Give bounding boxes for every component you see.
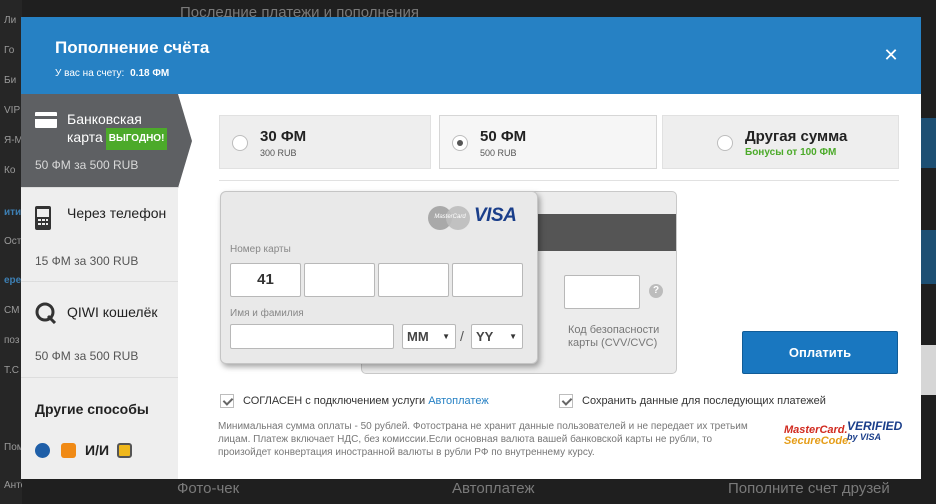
- tab-other-methods[interactable]: Другие способы И/И: [21, 378, 178, 479]
- tab-title: Банковская карта ВЫГОДНО!: [67, 110, 177, 150]
- bg-left-item: Го: [4, 45, 15, 56]
- bg-right-panel: [921, 230, 936, 284]
- bg-left-item: VIP: [4, 105, 21, 116]
- bg-left-item: Ко: [4, 165, 16, 176]
- im-icon: И/И: [85, 442, 110, 458]
- tab-qiwi[interactable]: QIWI кошелёк 50 ФМ за 500 RUB: [21, 282, 178, 378]
- tab-bank-card[interactable]: Банковская карта ВЫГОДНО! 50 ФМ за 500 RU…: [21, 94, 178, 188]
- bg-left-item: Я-М: [4, 135, 22, 146]
- amount-radio[interactable]: [452, 135, 468, 151]
- bg-left-item: ере: [4, 275, 22, 286]
- tab-title: Через телефон: [67, 205, 167, 221]
- card-number-label: Номер карты: [230, 244, 291, 255]
- bg-link-autopay: Автоплатеж: [452, 480, 535, 497]
- payment-method-tabs: Банковская карта ВЫГОДНО! 50 ФМ за 500 RU…: [21, 94, 178, 479]
- tab-sub: 50 ФМ за 500 RUB: [35, 349, 139, 363]
- bg-left-item: Би: [4, 75, 17, 86]
- background-sidebar: Ли Го Би VIP Я-М Ко ити Ост ере СМ поз Т…: [0, 0, 22, 504]
- tab-sub: 15 ФМ за 300 RUB: [35, 254, 139, 268]
- autopay-label: СОГЛАСЕН с подключением услуги Автоплате…: [243, 395, 489, 407]
- divider: [219, 180, 899, 181]
- bg-right-panel: [921, 345, 936, 395]
- webmoney-icon: [35, 443, 50, 458]
- bg-link-friends: Пополните счет друзей: [728, 480, 890, 497]
- pay-button[interactable]: Оплатить: [742, 331, 898, 374]
- profitable-badge: ВЫГОДНО!: [105, 128, 168, 150]
- card-number-part-2[interactable]: [304, 263, 375, 297]
- cardholder-name-input[interactable]: [230, 324, 394, 349]
- tab-sub: 50 ФМ за 500 RUB: [35, 158, 139, 172]
- chevron-down-icon: ▼: [442, 332, 450, 341]
- cardholder-name-label: Имя и фамилия: [230, 308, 304, 319]
- tab-title: Другие способы: [35, 401, 149, 417]
- yandex-money-icon: [61, 443, 76, 458]
- bg-left-item: Антон: [4, 480, 22, 491]
- wallet-icon: [117, 443, 132, 458]
- card-number-part-4[interactable]: [452, 263, 523, 297]
- expiry-year-select[interactable]: YY ▼: [471, 324, 523, 349]
- topup-modal: Пополнение счёта У вас на счету: 0.18 ФМ…: [21, 17, 921, 479]
- card-number-part-1[interactable]: 41: [230, 263, 301, 297]
- card-number-part-3[interactable]: [378, 263, 449, 297]
- tab-phone[interactable]: Через телефон 15 ФМ за 300 RUB: [21, 188, 178, 282]
- disclaimer: Минимальная сумма оплаты - 50 рублей. Фо…: [218, 421, 748, 458]
- amount-value: 30 ФМ: [260, 128, 307, 145]
- modal-header: Пополнение счёта У вас на счету: 0.18 ФМ…: [21, 17, 921, 94]
- help-icon[interactable]: ?: [649, 284, 663, 298]
- amount-option-50[interactable]: 50 ФМ 500 RUB: [439, 115, 657, 169]
- tab-title: QIWI кошелёк: [67, 304, 158, 320]
- amount-option-custom[interactable]: Другая сумма Бонусы от 100 ФМ: [662, 115, 899, 169]
- balance: У вас на счету: 0.18 ФМ: [55, 68, 169, 79]
- bg-left-item: поз: [4, 335, 20, 346]
- visa-logo: VISA: [474, 205, 517, 226]
- amount-bonus: Бонусы от 100 ФМ: [745, 147, 837, 158]
- expiry-separator: /: [460, 328, 464, 344]
- bg-left-item: Ли: [4, 15, 17, 26]
- active-tab-pointer: [178, 94, 192, 188]
- mastercard-logo: MasterCard: [428, 206, 472, 230]
- amount-radio[interactable]: [717, 135, 733, 151]
- cvv-label: Код безопасности карты (CVV/CVC): [568, 324, 660, 349]
- bg-link-photo-check: Фото-чек: [177, 480, 240, 497]
- bg-left-item: СМ: [4, 305, 20, 316]
- bg-left-item: Т.С: [4, 365, 19, 376]
- chevron-down-icon: ▼: [509, 332, 517, 341]
- cvv-input[interactable]: [564, 275, 640, 309]
- card-front: MasterCard VISA Номер карты 41 Имя и фам…: [220, 191, 538, 364]
- amount-price: 300 RUB: [260, 148, 297, 158]
- balance-label: У вас на счету:: [55, 68, 125, 79]
- amount-radio[interactable]: [232, 135, 248, 151]
- bank-card-icon: [35, 112, 57, 128]
- bg-left-item: ити: [4, 207, 22, 218]
- amount-value: Другая сумма: [745, 128, 848, 145]
- autopay-checkbox[interactable]: [220, 394, 234, 408]
- verified-by-visa-logo: VERIFIED by VISA: [847, 419, 903, 442]
- amount-value: 50 ФМ: [480, 128, 527, 145]
- qiwi-icon: [35, 302, 57, 324]
- close-icon[interactable]: ✕: [883, 46, 899, 64]
- bg-left-item: Ост: [4, 236, 22, 247]
- bg-left-item: Пом: [4, 442, 22, 453]
- save-data-checkbox[interactable]: [559, 394, 573, 408]
- balance-value: 0.18 ФМ: [130, 68, 170, 79]
- modal-title: Пополнение счёта: [55, 38, 210, 57]
- save-data-label: Сохранить данные для последующих платеже…: [582, 395, 826, 407]
- amount-price: 500 RUB: [480, 148, 517, 158]
- mastercard-securecode-logo: MasterCard. SecureCode.: [784, 424, 852, 447]
- expiry-month-select[interactable]: MM ▼: [402, 324, 456, 349]
- bg-right-panel: [921, 118, 936, 168]
- autopay-link[interactable]: Автоплатеж: [428, 395, 489, 407]
- phone-icon: [35, 206, 51, 230]
- amount-option-30[interactable]: 30 ФМ 300 RUB: [219, 115, 431, 169]
